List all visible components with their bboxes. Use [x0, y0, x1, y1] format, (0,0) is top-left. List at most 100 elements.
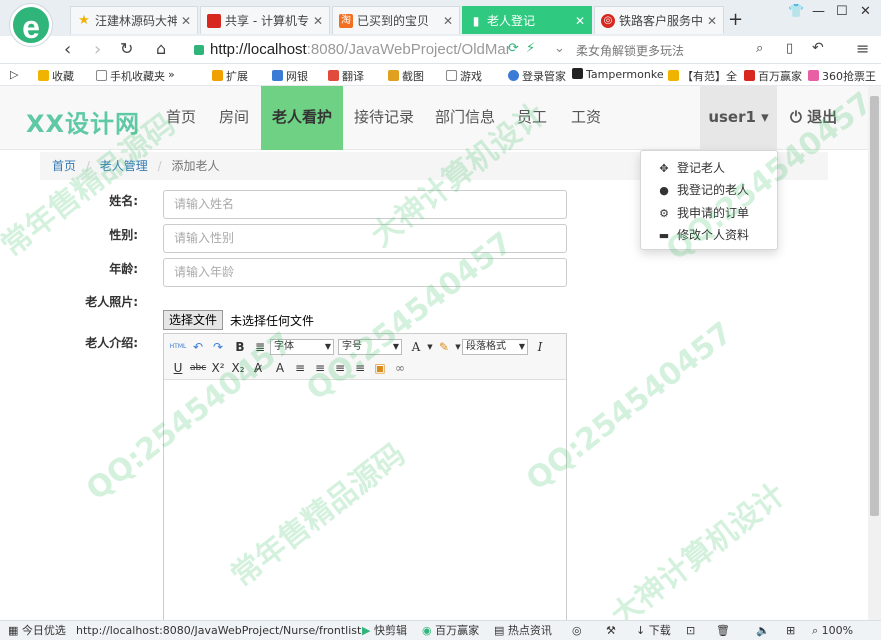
user-menu-toggle[interactable]: user1 ▾: [700, 86, 777, 150]
browser-icon[interactable]: ◎: [572, 621, 582, 640]
home-icon[interactable]: ⌂: [156, 39, 166, 58]
link-icon[interactable]: ∞: [392, 360, 408, 376]
lightning-icon[interactable]: ⚡: [526, 41, 535, 56]
font-family-select[interactable]: 字体 ▼: [270, 339, 334, 355]
menu-icon[interactable]: ≡: [856, 39, 869, 58]
undo-icon[interactable]: ↶: [812, 40, 824, 56]
bookmark-item[interactable]: Tampermonke: [572, 68, 664, 81]
browser-tab-active[interactable]: ▮ 老人登记 ✕: [462, 6, 592, 34]
nav-salary[interactable]: 工资: [559, 86, 613, 150]
font-size-select[interactable]: 字号 ▼: [338, 339, 402, 355]
maximize-icon[interactable]: ☐: [836, 4, 848, 19]
menu-item-my-elders[interactable]: ● 我登记的老人: [641, 179, 777, 201]
browser-tab[interactable]: ★ 汪建林源码大神 ✕: [70, 6, 198, 34]
bookmark-item[interactable]: 翻译: [328, 68, 364, 84]
search-icon[interactable]: ⌕: [756, 41, 763, 56]
refresh-circle-icon[interactable]: ⟳: [508, 41, 519, 56]
nav-elder-care[interactable]: 老人看护: [261, 86, 343, 150]
html-source-icon[interactable]: HTML: [168, 339, 188, 355]
paragraph-format-select[interactable]: 段落格式 ▼: [462, 339, 528, 355]
forward-icon[interactable]: ›: [94, 39, 101, 60]
editor-content-area[interactable]: [164, 381, 566, 632]
image-icon[interactable]: ▣: [372, 360, 388, 376]
new-tab-button[interactable]: +: [728, 9, 743, 30]
align-justify-icon[interactable]: ≡: [352, 360, 368, 376]
redo-icon[interactable]: ↷: [210, 339, 226, 355]
underline-icon[interactable]: U: [170, 360, 186, 376]
speaker-icon[interactable]: 🔈: [756, 621, 770, 640]
menu-item-register-elder[interactable]: ✥ 登记老人: [641, 157, 777, 179]
close-window-icon[interactable]: ✕: [860, 4, 871, 19]
logout-button[interactable]: ⏻ 退出: [790, 86, 837, 150]
breadcrumb-elder-management[interactable]: 老人管理: [100, 159, 148, 173]
status-item[interactable]: ▶ 快剪辑: [362, 621, 407, 640]
phone-icon[interactable]: ▯: [786, 41, 793, 56]
back-icon[interactable]: ‹: [64, 39, 71, 60]
bookmark-item[interactable]: 网银: [272, 68, 308, 84]
age-input[interactable]: 请输入年龄: [163, 258, 567, 287]
bookmark-item[interactable]: 收藏: [38, 68, 74, 84]
bold-icon[interactable]: B: [232, 339, 248, 355]
strikethrough-icon[interactable]: abc: [190, 360, 206, 376]
format-painter-icon[interactable]: A: [272, 360, 288, 376]
chevron-down-icon[interactable]: ⌄: [554, 41, 565, 56]
sidebar-toggle-icon[interactable]: ▷: [10, 68, 18, 81]
bookmark-item[interactable]: 手机收藏夹: [96, 68, 165, 84]
search-hint[interactable]: 柔女角解锁更多玩法: [576, 42, 684, 59]
undo-icon[interactable]: ↶: [190, 339, 206, 355]
bookmark-item[interactable]: 登录管家: [508, 68, 566, 84]
tools-icon[interactable]: ⚒: [606, 621, 616, 640]
browser-tab[interactable]: ◎ 铁路客户服务中 ✕: [594, 6, 724, 34]
breadcrumb-home[interactable]: 首页: [52, 159, 76, 173]
menu-item-edit-profile[interactable]: ▬ 修改个人资料: [641, 224, 777, 246]
subscript-icon[interactable]: X₂: [230, 360, 246, 376]
bookmark-item[interactable]: 扩展: [212, 68, 248, 84]
close-icon[interactable]: ✕: [575, 14, 585, 28]
nav-reception-records[interactable]: 接待记录: [343, 86, 425, 150]
layout-icon[interactable]: ⊞: [786, 621, 795, 640]
align-left-icon[interactable]: ≡: [292, 360, 308, 376]
browser-tab-strip: e ★ 汪建林源码大神 ✕ 共享 - 计算机专 ✕ 淘 已买到的宝贝 ✕ ▮ 老…: [0, 0, 881, 46]
align-center-icon[interactable]: ≡: [312, 360, 328, 376]
gender-input[interactable]: 请输入性别: [163, 224, 567, 253]
download-item[interactable]: ↓ 下载: [636, 621, 671, 640]
page-scrollbar[interactable]: [868, 86, 881, 620]
skin-icon[interactable]: 👕: [788, 4, 804, 19]
close-icon[interactable]: ✕: [443, 14, 453, 28]
status-promo[interactable]: ▦ 今日优选: [8, 621, 66, 640]
nav-departments[interactable]: 部门信息: [425, 86, 505, 150]
nav-home[interactable]: 首页: [154, 86, 208, 150]
browser-tab[interactable]: 共享 - 计算机专 ✕: [200, 6, 330, 34]
status-item[interactable]: ◉ 百万赢家: [422, 621, 479, 640]
bookmark-item[interactable]: 百万赢家: [744, 68, 802, 84]
minimize-icon[interactable]: —: [812, 4, 825, 19]
clear-format-icon[interactable]: A̷: [250, 360, 266, 376]
bookmark-label: 翻译: [342, 70, 364, 83]
align-right-icon[interactable]: ≡: [332, 360, 348, 376]
bookmark-label: 百万赢家: [758, 70, 802, 83]
close-icon[interactable]: ✕: [313, 14, 323, 28]
status-item[interactable]: ▤ 热点资讯: [494, 621, 552, 640]
close-icon[interactable]: ✕: [181, 14, 191, 28]
superscript-icon[interactable]: X²: [210, 360, 226, 376]
more-bookmarks-icon[interactable]: »: [168, 68, 175, 81]
bookmark-item[interactable]: 360抢票王: [808, 68, 876, 84]
bookmark-item[interactable]: 游戏: [446, 68, 482, 84]
scrollbar-thumb[interactable]: [870, 96, 879, 516]
close-icon[interactable]: ✕: [707, 14, 717, 28]
nav-employees[interactable]: 员工: [505, 86, 559, 150]
nav-rooms[interactable]: 房间: [208, 86, 260, 150]
italic-icon[interactable]: I: [532, 339, 548, 355]
paragraph-icon[interactable]: ≣: [252, 339, 268, 355]
bookmark-item[interactable]: 截图: [388, 68, 424, 84]
site-brand[interactable]: XX设计网: [26, 104, 140, 139]
menu-item-my-orders[interactable]: ⚙ 我申请的订单: [641, 202, 777, 224]
name-input[interactable]: 请输入姓名: [163, 190, 567, 219]
zoom-control[interactable]: ⌕ 100%: [812, 621, 853, 640]
reload-icon[interactable]: ↻: [120, 39, 133, 58]
choose-file-button[interactable]: 选择文件: [163, 310, 224, 330]
fullscreen-icon[interactable]: ⊡: [686, 621, 695, 640]
browser-tab[interactable]: 淘 已买到的宝贝 ✕: [332, 6, 460, 34]
trash-icon[interactable]: 🗑: [716, 621, 730, 640]
bookmark-item[interactable]: 【有范】全: [668, 68, 737, 84]
